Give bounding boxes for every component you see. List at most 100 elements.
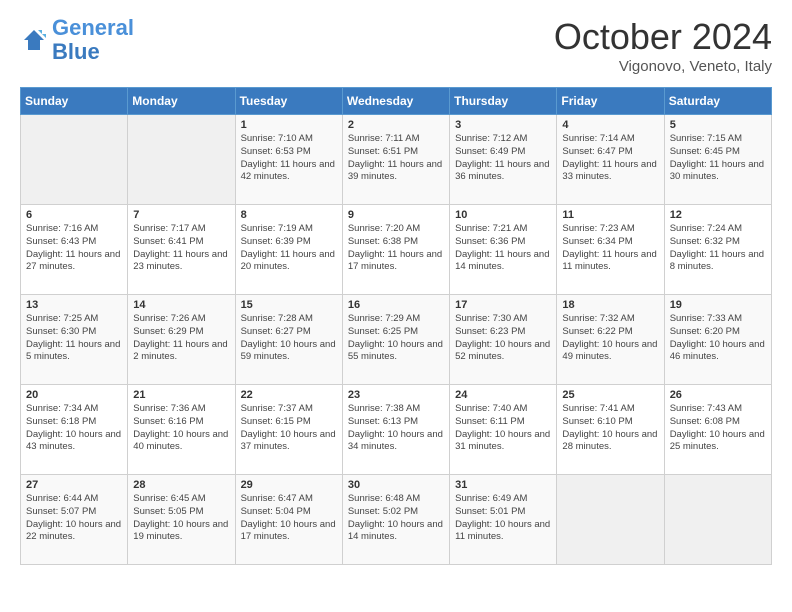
- calendar-cell: 2 Sunrise: 7:11 AMSunset: 6:51 PMDaylight…: [342, 115, 449, 205]
- day-number: 17: [455, 299, 551, 311]
- cell-content: Sunrise: 7:16 AMSunset: 6:43 PMDaylight:…: [26, 223, 122, 274]
- calendar-cell: 14Sunrise: 7:26 AMSunset: 6:29 PMDayligh…: [128, 295, 235, 385]
- day-number: 19: [670, 299, 766, 311]
- calendar-cell: 31 Sunrise: 6:49 AMSunset: 5:01 PMDayligh…: [450, 475, 557, 565]
- logo-icon: [20, 26, 48, 54]
- day-number: 31: [455, 479, 551, 491]
- day-number: 9: [348, 209, 444, 221]
- cell-content: Sunrise: 7:14 AMSunset: 6:47 PMDaylight:…: [562, 133, 658, 184]
- day-number: 16: [348, 299, 444, 311]
- title-block: October 2024 Vigonovo, Veneto, Italy: [554, 16, 772, 75]
- cell-content: Sunrise: 6:49 AMSunset: 5:01 PMDaylight:…: [455, 493, 551, 544]
- cell-content: Sunrise: 7:11 AMSunset: 6:51 PMDaylight:…: [348, 133, 444, 184]
- calendar-cell: 28 Sunrise: 6:45 AMSunset: 5:05 PMDayligh…: [128, 475, 235, 565]
- calendar-cell: 23Sunrise: 7:38 AMSunset: 6:13 PMDayligh…: [342, 385, 449, 475]
- calendar-week-4: 20 Sunrise: 7:34 AMSunset: 6:18 PMDayligh…: [21, 385, 772, 475]
- calendar-cell: 7Sunrise: 7:17 AMSunset: 6:41 PMDaylight…: [128, 205, 235, 295]
- calendar-week-1: 1Sunrise: 7:10 AMSunset: 6:53 PMDaylight…: [21, 115, 772, 205]
- calendar-cell: 30Sunrise: 6:48 AMSunset: 5:02 PMDayligh…: [342, 475, 449, 565]
- calendar-cell: 19 Sunrise: 7:33 AMSunset: 6:20 PMDayligh…: [664, 295, 771, 385]
- calendar-cell: 27Sunrise: 6:44 AMSunset: 5:07 PMDayligh…: [21, 475, 128, 565]
- cell-content: Sunrise: 7:28 AMSunset: 6:27 PMDaylight:…: [241, 313, 337, 364]
- logo-text: General Blue: [52, 16, 134, 64]
- calendar-cell: 25Sunrise: 7:41 AMSunset: 6:10 PMDayligh…: [557, 385, 664, 475]
- logo-line2: Blue: [52, 39, 100, 64]
- calendar-cell: 13 Sunrise: 7:25 AMSunset: 6:30 PMDayligh…: [21, 295, 128, 385]
- calendar-cell: 16 Sunrise: 7:29 AMSunset: 6:25 PMDayligh…: [342, 295, 449, 385]
- day-number: 18: [562, 299, 658, 311]
- day-number: 28: [133, 479, 229, 491]
- calendar-cell: 20 Sunrise: 7:34 AMSunset: 6:18 PMDayligh…: [21, 385, 128, 475]
- header: General Blue October 2024 Vigonovo, Vene…: [20, 16, 772, 75]
- cell-content: Sunrise: 7:36 AMSunset: 6:16 PMDaylight:…: [133, 403, 229, 454]
- logo: General Blue: [20, 16, 134, 64]
- day-number: 20: [26, 389, 122, 401]
- calendar-table: SundayMondayTuesdayWednesdayThursdayFrid…: [20, 87, 772, 565]
- cell-content: Sunrise: 7:23 AMSunset: 6:34 PMDaylight:…: [562, 223, 658, 274]
- cell-content: Sunrise: 7:21 AMSunset: 6:36 PMDaylight:…: [455, 223, 551, 274]
- calendar-cell: 4 Sunrise: 7:14 AMSunset: 6:47 PMDaylight…: [557, 115, 664, 205]
- day-number: 26: [670, 389, 766, 401]
- cell-content: Sunrise: 7:37 AMSunset: 6:15 PMDaylight:…: [241, 403, 337, 454]
- day-number: 29: [241, 479, 337, 491]
- day-header-friday: Friday: [557, 88, 664, 115]
- cell-content: Sunrise: 7:34 AMSunset: 6:18 PMDaylight:…: [26, 403, 122, 454]
- subtitle: Vigonovo, Veneto, Italy: [554, 58, 772, 75]
- cell-content: Sunrise: 7:15 AMSunset: 6:45 PMDaylight:…: [670, 133, 766, 184]
- day-number: 30: [348, 479, 444, 491]
- calendar-cell: 26 Sunrise: 7:43 AMSunset: 6:08 PMDayligh…: [664, 385, 771, 475]
- header-row: SundayMondayTuesdayWednesdayThursdayFrid…: [21, 88, 772, 115]
- calendar-cell: 10 Sunrise: 7:21 AMSunset: 6:36 PMDayligh…: [450, 205, 557, 295]
- cell-content: Sunrise: 7:25 AMSunset: 6:30 PMDaylight:…: [26, 313, 122, 364]
- cell-content: Sunrise: 7:30 AMSunset: 6:23 PMDaylight:…: [455, 313, 551, 364]
- day-header-thursday: Thursday: [450, 88, 557, 115]
- day-number: 2: [348, 119, 444, 131]
- calendar-cell: 6 Sunrise: 7:16 AMSunset: 6:43 PMDaylight…: [21, 205, 128, 295]
- day-number: 6: [26, 209, 122, 221]
- day-header-wednesday: Wednesday: [342, 88, 449, 115]
- logo-line1: General: [52, 15, 134, 40]
- calendar-cell: 1Sunrise: 7:10 AMSunset: 6:53 PMDaylight…: [235, 115, 342, 205]
- month-title: October 2024: [554, 16, 772, 58]
- calendar-cell: 18Sunrise: 7:32 AMSunset: 6:22 PMDayligh…: [557, 295, 664, 385]
- day-number: 22: [241, 389, 337, 401]
- day-number: 10: [455, 209, 551, 221]
- calendar-cell: 17 Sunrise: 7:30 AMSunset: 6:23 PMDayligh…: [450, 295, 557, 385]
- cell-content: Sunrise: 7:17 AMSunset: 6:41 PMDaylight:…: [133, 223, 229, 274]
- cell-content: Sunrise: 6:45 AMSunset: 5:05 PMDaylight:…: [133, 493, 229, 544]
- calendar-week-3: 13 Sunrise: 7:25 AMSunset: 6:30 PMDayligh…: [21, 295, 772, 385]
- calendar-cell: [21, 115, 128, 205]
- calendar-week-5: 27Sunrise: 6:44 AMSunset: 5:07 PMDayligh…: [21, 475, 772, 565]
- calendar-cell: [128, 115, 235, 205]
- day-number: 3: [455, 119, 551, 131]
- calendar-cell: 9 Sunrise: 7:20 AMSunset: 6:38 PMDaylight…: [342, 205, 449, 295]
- calendar-cell: 15 Sunrise: 7:28 AMSunset: 6:27 PMDayligh…: [235, 295, 342, 385]
- day-number: 27: [26, 479, 122, 491]
- day-header-monday: Monday: [128, 88, 235, 115]
- cell-content: Sunrise: 7:12 AMSunset: 6:49 PMDaylight:…: [455, 133, 551, 184]
- cell-content: Sunrise: 7:33 AMSunset: 6:20 PMDaylight:…: [670, 313, 766, 364]
- cell-content: Sunrise: 7:20 AMSunset: 6:38 PMDaylight:…: [348, 223, 444, 274]
- calendar-cell: 11 Sunrise: 7:23 AMSunset: 6:34 PMDayligh…: [557, 205, 664, 295]
- cell-content: Sunrise: 7:10 AMSunset: 6:53 PMDaylight:…: [241, 133, 337, 184]
- day-number: 25: [562, 389, 658, 401]
- day-number: 21: [133, 389, 229, 401]
- day-number: 15: [241, 299, 337, 311]
- cell-content: Sunrise: 7:29 AMSunset: 6:25 PMDaylight:…: [348, 313, 444, 364]
- calendar-week-2: 6 Sunrise: 7:16 AMSunset: 6:43 PMDaylight…: [21, 205, 772, 295]
- day-header-tuesday: Tuesday: [235, 88, 342, 115]
- cell-content: Sunrise: 7:24 AMSunset: 6:32 PMDaylight:…: [670, 223, 766, 274]
- calendar-cell: 8Sunrise: 7:19 AMSunset: 6:39 PMDaylight…: [235, 205, 342, 295]
- day-number: 4: [562, 119, 658, 131]
- cell-content: Sunrise: 7:19 AMSunset: 6:39 PMDaylight:…: [241, 223, 337, 274]
- day-number: 11: [562, 209, 658, 221]
- calendar-cell: 22 Sunrise: 7:37 AMSunset: 6:15 PMDayligh…: [235, 385, 342, 475]
- day-header-saturday: Saturday: [664, 88, 771, 115]
- calendar-cell: 5 Sunrise: 7:15 AMSunset: 6:45 PMDaylight…: [664, 115, 771, 205]
- day-number: 5: [670, 119, 766, 131]
- calendar-cell: 3 Sunrise: 7:12 AMSunset: 6:49 PMDaylight…: [450, 115, 557, 205]
- calendar-cell: [557, 475, 664, 565]
- cell-content: Sunrise: 7:43 AMSunset: 6:08 PMDaylight:…: [670, 403, 766, 454]
- day-number: 13: [26, 299, 122, 311]
- day-number: 23: [348, 389, 444, 401]
